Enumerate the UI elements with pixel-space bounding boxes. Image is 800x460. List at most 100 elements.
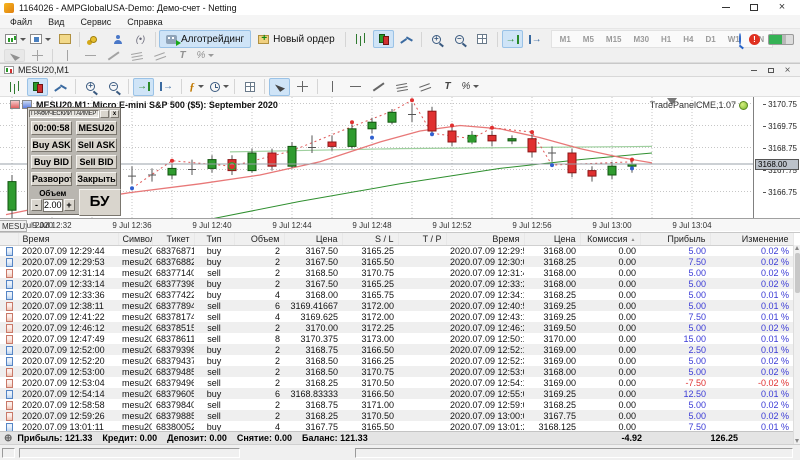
price-axis[interactable]: 3170.753169.753168.753167.753166.753168.… — [753, 97, 800, 218]
candles-mode-button[interactable] — [27, 78, 48, 96]
close-button[interactable]: × — [768, 0, 796, 15]
bars-mode-button[interactable] — [4, 78, 25, 96]
shapes-button[interactable]: % — [195, 49, 216, 62]
table-row[interactable]: 2020.07.09 12:58:58mesu2068379840sell231… — [0, 399, 793, 410]
chart-zoom-out-button[interactable]: − — [103, 78, 124, 96]
table-row[interactable]: 2020.07.09 12:59:26mesu2068379885sell231… — [0, 410, 793, 421]
sell-bid-button[interactable]: Sell BID — [76, 155, 117, 169]
chart-vline-button[interactable] — [322, 78, 343, 96]
zoom-out-button[interactable]: − — [449, 30, 470, 48]
table-scrollbar[interactable] — [793, 245, 800, 444]
table-row[interactable]: 2020.07.09 12:41:22mesu2068378174sell431… — [0, 311, 793, 322]
timeframe-m5[interactable]: M5 — [577, 33, 600, 46]
maximize-button[interactable] — [740, 0, 768, 15]
market-watch-button[interactable] — [54, 30, 75, 48]
volume-value[interactable]: 2.00 — [43, 199, 63, 212]
column-header-10[interactable]: Цена — [524, 233, 580, 245]
close-position-button[interactable]: Закрыть — [76, 172, 117, 186]
new-chart-button[interactable] — [4, 30, 27, 48]
chart-maximize-button[interactable] — [762, 65, 779, 76]
scroll-down-icon[interactable] — [795, 439, 799, 443]
vertical-line-button[interactable] — [57, 49, 78, 62]
notification-icon[interactable]: ! — [749, 34, 760, 45]
volume-decrease-button[interactable]: - — [31, 199, 42, 211]
trade-panel-close-button[interactable]: x — [110, 110, 119, 118]
signal-icon[interactable]: (•) — [130, 30, 151, 48]
column-header-4[interactable]: Тип — [194, 233, 234, 245]
table-row[interactable]: 2020.07.09 12:46:12mesu2068378515sell231… — [0, 322, 793, 333]
tile-windows-button[interactable] — [472, 30, 493, 48]
chart-cursor-button[interactable] — [269, 78, 290, 96]
reverse-button[interactable]: Разворот — [31, 172, 72, 186]
trendline-button[interactable] — [103, 49, 124, 62]
horizontal-line-button[interactable] — [80, 49, 101, 62]
timeframe-d1[interactable]: D1 — [700, 33, 722, 46]
timeframe-m30[interactable]: M30 — [627, 33, 655, 46]
column-header-13[interactable]: Изменение — [710, 233, 793, 245]
symbol-button[interactable]: MESU20 — [76, 121, 117, 135]
profiles-button[interactable] — [29, 30, 52, 48]
history-center-icon[interactable] — [84, 30, 105, 48]
crosshair-tool-button[interactable] — [27, 49, 48, 62]
cursor-tool-button[interactable] — [4, 49, 25, 62]
column-header-6[interactable]: Цена — [284, 233, 342, 245]
trade-panel-title-bar[interactable]: ГРАФИЧЕСКИЙ ТАЙМЕР ВРЕМЕНИ x — [28, 108, 120, 118]
column-header-2[interactable]: Символ — [118, 233, 152, 245]
buy-bid-button[interactable]: Buy BID — [31, 155, 72, 169]
periods-button[interactable] — [209, 78, 230, 96]
column-header-7[interactable]: S / L — [342, 233, 398, 245]
chart-minimize-button[interactable] — [745, 65, 762, 76]
trade-panel-minimize-button[interactable] — [100, 110, 109, 118]
chart-channel-button[interactable] — [414, 78, 435, 96]
auto-scroll-button[interactable]: → — [502, 30, 523, 48]
bar-chart-button[interactable] — [350, 30, 371, 48]
chart-shift-toggle-button[interactable]: → — [156, 78, 177, 96]
chart-fibonacci-button[interactable] — [391, 78, 412, 96]
table-row[interactable]: 2020.07.09 12:33:36mesu2068377422buy4316… — [0, 289, 793, 300]
fibonacci-button[interactable] — [126, 49, 147, 62]
menu-item-1[interactable]: Файл — [2, 16, 40, 28]
table-row[interactable]: 2020.07.09 12:52:20mesu2068379437buy2316… — [0, 355, 793, 366]
table-row[interactable]: 2020.07.09 12:29:44mesu2068376871buy2316… — [0, 245, 793, 256]
summary-plus-icon[interactable]: ⊕ — [4, 433, 12, 444]
timeframe-h1[interactable]: H1 — [655, 33, 677, 46]
volume-increase-button[interactable]: + — [64, 199, 75, 211]
breakeven-button[interactable]: БУ — [79, 189, 121, 216]
timeframe-h4[interactable]: H4 — [677, 33, 699, 46]
column-header-5[interactable]: Объем — [234, 233, 284, 245]
connection-toggle[interactable] — [768, 34, 794, 45]
chart-shapes-button[interactable]: % — [460, 78, 481, 96]
time-axis[interactable]: 9 Jul 20209 Jul 12:329 Jul 12:369 Jul 12… — [0, 218, 800, 231]
table-row[interactable]: 2020.07.09 12:38:11mesu2068377894sell631… — [0, 300, 793, 311]
chart-tile-button[interactable] — [239, 78, 260, 96]
line-chart-button[interactable] — [396, 30, 417, 48]
scroll-up-icon[interactable] — [795, 246, 799, 250]
sell-mini-icon[interactable] — [10, 100, 20, 109]
algo-trading-button[interactable]: Алготрейдинг — [159, 30, 251, 48]
timeframe-m15[interactable]: M15 — [600, 33, 628, 46]
column-header-12[interactable]: Прибыль — [640, 233, 710, 245]
line-mode-button[interactable] — [50, 78, 71, 96]
column-header-9[interactable]: Время — [446, 233, 524, 245]
table-row[interactable]: 2020.07.09 12:52:00mesu2068379398buy2316… — [0, 344, 793, 355]
text-tool-button[interactable]: T — [172, 49, 193, 62]
search-icon[interactable] — [739, 34, 741, 44]
minimize-button[interactable] — [712, 0, 740, 15]
chart-close-button[interactable]: × — [779, 65, 796, 76]
menu-item-4[interactable]: Справка — [119, 16, 170, 28]
chart-hline-button[interactable] — [345, 78, 366, 96]
table-row[interactable]: 2020.07.09 12:53:00mesu2068379485sell231… — [0, 366, 793, 377]
chart-shift-button[interactable]: → — [525, 30, 546, 48]
buy-ask-button[interactable]: Buy ASK — [31, 138, 72, 152]
contacts-icon[interactable] — [107, 30, 128, 48]
column-header-1[interactable]: Время — [18, 233, 118, 245]
chart-text-button[interactable]: T — [437, 78, 458, 96]
chart-crosshair-button[interactable] — [292, 78, 313, 96]
menu-item-3[interactable]: Сервис — [72, 16, 119, 28]
new-order-button[interactable]: Новый ордер — [251, 30, 342, 48]
table-row[interactable]: 2020.07.09 12:29:53mesu2068376882buy2316… — [0, 256, 793, 267]
timeframe-m1[interactable]: M1 — [554, 33, 577, 46]
channel-button[interactable] — [149, 49, 170, 62]
table-row[interactable]: 2020.07.09 12:54:14mesu2068379605buy6316… — [0, 388, 793, 399]
sell-ask-button[interactable]: Sell ASK — [76, 138, 117, 152]
